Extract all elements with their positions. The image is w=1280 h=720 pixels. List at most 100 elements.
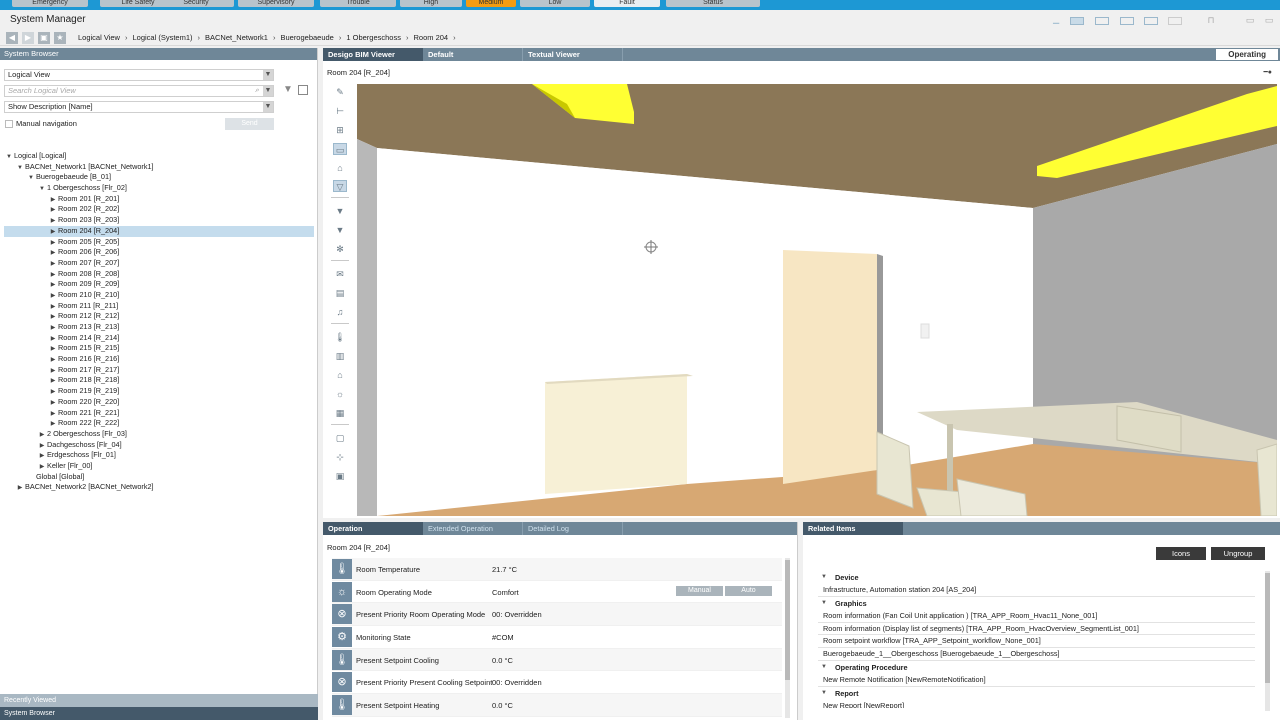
tree-node[interactable]: ▶ Room 222 [R_222]: [4, 418, 314, 429]
filter-icon[interactable]: ▽: [333, 180, 347, 192]
home-view-icon[interactable]: ▣: [38, 32, 50, 44]
related-item[interactable]: Room setpoint workflow [TRA_APP_Setpoint…: [818, 635, 1255, 649]
save-icon[interactable]: [298, 85, 308, 95]
tree-node[interactable]: ▶ Erdgeschoss [Flr_01]: [4, 450, 314, 461]
panel-icon[interactable]: ▤: [333, 287, 347, 299]
tab-related-items[interactable]: Related Items: [803, 522, 903, 535]
thermometer-icon[interactable]: 🌡: [333, 331, 347, 343]
filter-1-icon[interactable]: ▼: [333, 205, 347, 217]
property-row[interactable]: 🌡 Present Setpoint Heating 0.0 °C: [332, 694, 782, 717]
related-item[interactable]: Room information (Fan Coil Unit applicat…: [818, 610, 1255, 623]
tree-node[interactable]: ▶ Room 219 [R_219]: [4, 386, 314, 397]
building-icon[interactable]: ⌂: [333, 369, 347, 381]
tree-node[interactable]: ▶ Room 217 [R_217]: [4, 365, 314, 376]
related-group-header[interactable]: Device: [818, 571, 1255, 584]
screen-icon[interactable]: ▣: [333, 470, 347, 482]
property-row[interactable]: 🌡 Room Temperature 21.7 °C: [332, 558, 782, 581]
tab-operation[interactable]: Operation: [323, 522, 423, 535]
tree-node[interactable]: ▶ Room 210 [R_210]: [4, 290, 314, 301]
tab-detailed-log[interactable]: Detailed Log: [523, 522, 623, 535]
tree-node[interactable]: ▼ Buerogebaeude [B_01]: [4, 172, 314, 183]
related-group-header[interactable]: Report: [818, 687, 1255, 700]
alarm-high-button[interactable]: High: [400, 0, 462, 7]
alarm-security-button[interactable]: Security: [158, 0, 234, 7]
favorite-star-icon[interactable]: ★: [54, 32, 66, 44]
breadcrumb-item[interactable]: 1 Obergeschoss: [346, 33, 401, 42]
ungroup-button[interactable]: Ungroup: [1211, 547, 1265, 560]
system-browser-tab[interactable]: System Browser: [0, 707, 318, 720]
tab-default[interactable]: Default: [423, 48, 523, 61]
pencil-icon[interactable]: ✎: [333, 86, 347, 98]
view-select[interactable]: Logical View ▼: [4, 69, 274, 81]
alarm-emergency-button[interactable]: Emergency: [12, 0, 88, 7]
window-restore-icon[interactable]: ▭: [1245, 15, 1255, 25]
recently-viewed-tab[interactable]: Recently Viewed: [0, 694, 318, 707]
tree-node[interactable]: ▶ Room 211 [R_211]: [4, 301, 314, 312]
auto-button[interactable]: Auto: [725, 585, 772, 596]
pin-icon[interactable]: ━●: [1264, 68, 1272, 76]
tree-node[interactable]: ▼ Logical [Logical]: [4, 151, 314, 162]
property-row[interactable]: ⊗ Present Priority Present Cooling Setpo…: [332, 671, 782, 695]
tree-node[interactable]: ▶ 2 Obergeschoss [Flr_03]: [4, 429, 314, 440]
tree-node[interactable]: ▶ Room 221 [R_221]: [4, 408, 314, 419]
manual-navigation-option[interactable]: Manual navigation: [5, 119, 77, 128]
bim-3d-scene[interactable]: [357, 84, 1277, 516]
layout-3-pane-icon[interactable]: [1120, 17, 1134, 25]
related-group-header[interactable]: Graphics: [818, 597, 1255, 610]
tree-node[interactable]: ▶ Room 213 [R_213]: [4, 322, 314, 333]
tree-node[interactable]: ▶ Keller [Flr_00]: [4, 461, 314, 472]
tree-node[interactable]: ▶ Dachgeschoss [Flr_04]: [4, 440, 314, 451]
layout-1-pane-icon[interactable]: [1095, 17, 1109, 25]
alarm-supervisory-button[interactable]: Supervisory: [238, 0, 314, 7]
chat-icon[interactable]: ✉: [333, 268, 347, 280]
grid-icon[interactable]: ⊞: [333, 124, 347, 136]
tab-textual-viewer[interactable]: Textual Viewer: [523, 48, 623, 61]
tree-node[interactable]: ▶ Room 216 [R_216]: [4, 354, 314, 365]
window-extra-icon[interactable]: ▭: [1264, 15, 1274, 25]
fan-icon[interactable]: ✻: [333, 243, 347, 255]
alarm-status-button[interactable]: Status: [666, 0, 760, 7]
related-item[interactable]: Buerogebaeude_1__Obergeschoss [Buerogeba…: [818, 648, 1255, 661]
alarm-medium-button[interactable]: Medium: [466, 0, 516, 7]
property-row[interactable]: ⊗ Present Priority Room Operating Mode 0…: [332, 603, 782, 627]
tree-node[interactable]: ▶ Room 206 [R_206]: [4, 247, 314, 258]
document-icon[interactable]: ▢: [333, 432, 347, 444]
send-button[interactable]: Send: [225, 118, 274, 130]
tree-node[interactable]: ▶ Room 204 [R_204]: [4, 225, 314, 237]
bell-icon[interactable]: ♫: [333, 306, 347, 318]
bulb-icon[interactable]: ☼: [333, 388, 347, 400]
related-items-scrollbar[interactable]: [1265, 571, 1270, 711]
tree-node[interactable]: ▶ Room 209 [R_209]: [4, 279, 314, 290]
related-item[interactable]: Room information (Display list of segmen…: [818, 623, 1255, 636]
tree-node[interactable]: ▶ Room 202 [R_202]: [4, 204, 314, 215]
alarm-low-button[interactable]: Low: [520, 0, 590, 7]
layout-extended-icon[interactable]: [1168, 17, 1182, 25]
related-group-header[interactable]: Operating Procedure: [818, 661, 1255, 674]
floorplan-icon[interactable]: ▭: [333, 143, 347, 155]
description-select[interactable]: Show Description [Name] ▼: [4, 101, 274, 113]
layout-2-pane-icon[interactable]: [1070, 17, 1084, 25]
forward-icon[interactable]: ▶: [22, 32, 34, 44]
icons-button[interactable]: Icons: [1156, 547, 1206, 560]
search-icon[interactable]: ⌕: [252, 86, 262, 96]
tree-node[interactable]: ▶ Room 205 [R_205]: [4, 237, 314, 248]
tree-node[interactable]: ▶ Room 214 [R_214]: [4, 333, 314, 344]
tree-collapsed-icon[interactable]: ▶: [15, 483, 25, 494]
tree-node[interactable]: ▶ Room 201 [R_201]: [4, 194, 314, 205]
related-item[interactable]: Infrastructure, Automation station 204 […: [818, 584, 1255, 597]
breadcrumb-item[interactable]: Room 204: [413, 33, 448, 42]
property-row[interactable]: ☼ Room Operating Mode Comfort Manual Aut…: [332, 581, 782, 604]
home-icon[interactable]: ⌂: [333, 162, 347, 174]
filter-icon[interactable]: ▼: [283, 85, 293, 95]
filter-2-icon[interactable]: ▼: [333, 224, 347, 236]
network-icon[interactable]: ⊹: [333, 451, 347, 463]
breadcrumb-item[interactable]: Logical View: [78, 33, 120, 42]
tree-node[interactable]: ▼ 1 Obergeschoss [Flr_02]: [4, 183, 314, 194]
scrollbar-thumb[interactable]: [1265, 573, 1270, 683]
tree-node[interactable]: ▶ Room 207 [R_207]: [4, 258, 314, 269]
related-item[interactable]: New Report [NewReport]: [818, 700, 1255, 708]
property-row[interactable]: ⚙ Monitoring State #COM: [332, 626, 782, 649]
tree-node[interactable]: Global [Global]: [4, 472, 314, 483]
breadcrumb-item[interactable]: BACNet_Network1: [205, 33, 268, 42]
tab-extended-operation[interactable]: Extended Operation: [423, 522, 523, 535]
